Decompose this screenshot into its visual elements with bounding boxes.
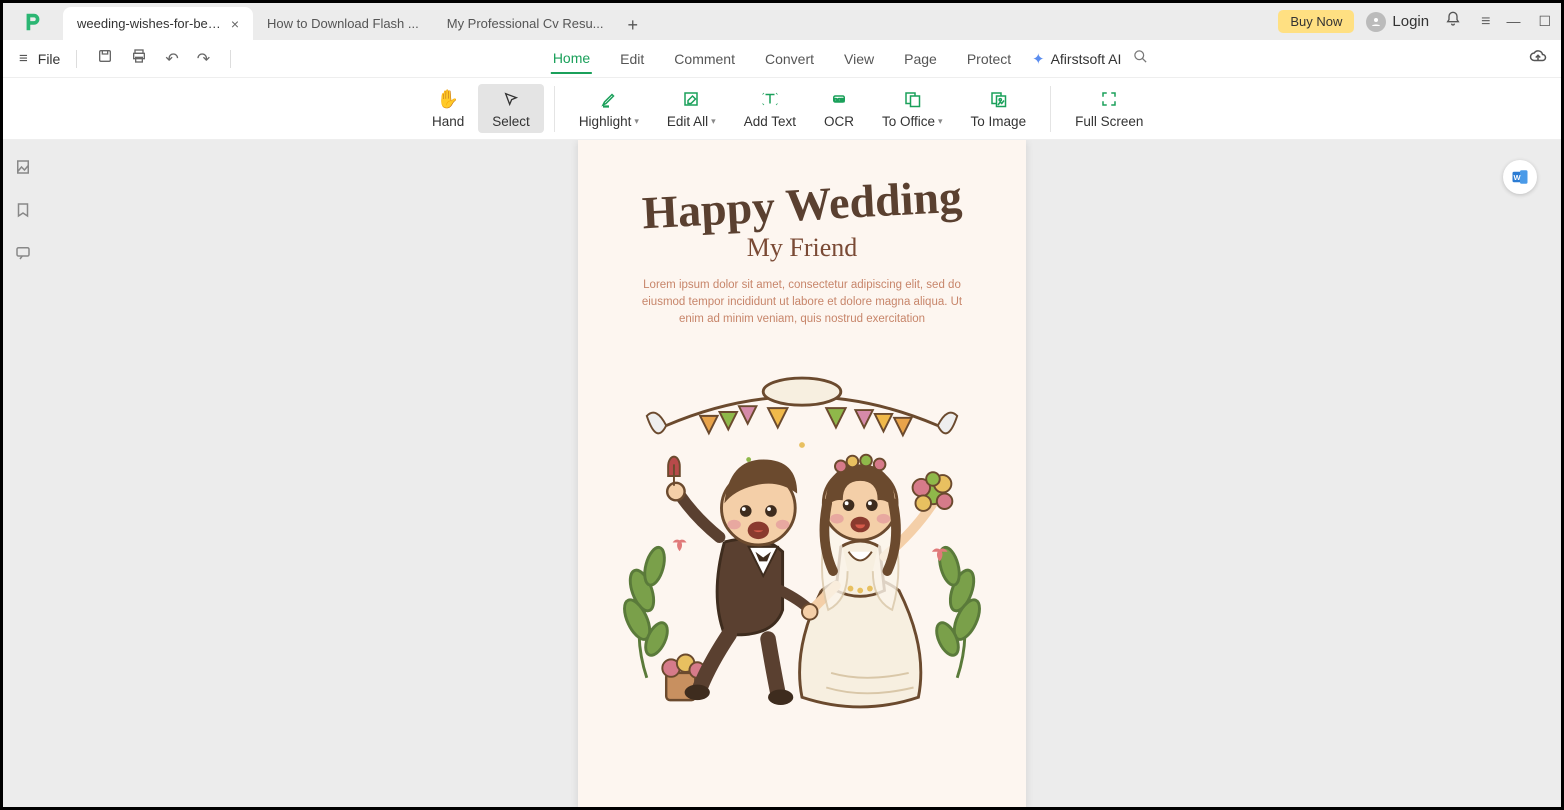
close-icon[interactable]: × (231, 16, 239, 32)
minimize-button[interactable]: — (1506, 13, 1520, 30)
chevron-down-icon: ▾ (634, 116, 639, 127)
menu-comment[interactable]: Comment (672, 45, 737, 73)
new-tab-button[interactable]: + (618, 11, 649, 40)
menu-edit[interactable]: Edit (618, 45, 646, 73)
doc-body: Lorem ipsum dolor sit amet, consectetur … (632, 277, 972, 329)
hand-icon: ✋ (437, 88, 459, 110)
highlight-tool[interactable]: Highlight▾ (565, 84, 653, 133)
hamburger-icon[interactable]: ≡ (19, 50, 28, 67)
wedding-illustration (608, 348, 996, 797)
image-icon (989, 88, 1007, 110)
menu-page[interactable]: Page (902, 45, 939, 73)
menu-home[interactable]: Home (551, 44, 592, 74)
edit-all-label: Edit All (667, 114, 708, 129)
document-page: Happy Wedding My Friend Lorem ipsum dolo… (578, 140, 1026, 807)
to-image-tool[interactable]: To Image (957, 84, 1041, 133)
ocr-tool[interactable]: OCR OCR (810, 84, 868, 133)
edit-icon (682, 88, 700, 110)
to-image-label: To Image (971, 114, 1027, 129)
thumbnails-icon[interactable] (14, 158, 32, 181)
chevron-down-icon: ▾ (711, 116, 716, 127)
tab-1-label: How to Download Flash ... (267, 16, 419, 31)
ocr-icon: OCR (830, 88, 848, 110)
comment-icon[interactable] (14, 244, 32, 267)
tab-2-label: My Professional Cv Resu... (447, 16, 604, 31)
file-menu[interactable]: File (38, 51, 61, 67)
ai-button[interactable]: ✦ Afirstsoft AI (1032, 50, 1121, 68)
doc-subtitle: My Friend (747, 233, 858, 263)
office-icon (903, 88, 921, 110)
tab-1[interactable]: How to Download Flash ... (253, 7, 433, 40)
document-canvas[interactable]: Happy Wedding My Friend Lorem ipsum dolo… (43, 140, 1561, 807)
maximize-button[interactable]: ☐ (1538, 13, 1551, 30)
bell-icon[interactable] (1441, 9, 1465, 34)
titlebar-right: Buy Now Login ≡ — ☐ (1278, 9, 1561, 34)
full-screen-label: Full Screen (1075, 114, 1143, 129)
to-office-label: To Office (882, 114, 935, 129)
menu-convert[interactable]: Convert (763, 45, 816, 73)
bookmark-icon[interactable] (14, 201, 32, 224)
cursor-icon (503, 88, 519, 110)
menu-protect[interactable]: Protect (965, 45, 1013, 73)
hand-tool[interactable]: ✋ Hand (418, 84, 478, 133)
highlight-icon (600, 88, 618, 110)
redo-icon[interactable]: ↷ (193, 47, 214, 71)
tab-2[interactable]: My Professional Cv Resu... (433, 7, 618, 40)
save-icon[interactable] (93, 46, 117, 71)
tab-0[interactable]: weeding-wishes-for-bes... × (63, 7, 253, 40)
edit-all-tool[interactable]: Edit All▾ (653, 84, 730, 133)
ai-label: Afirstsoft AI (1051, 51, 1122, 67)
highlight-label: Highlight (579, 114, 632, 129)
tab-strip: weeding-wishes-for-bes... × How to Downl… (63, 3, 648, 40)
select-label: Select (492, 114, 530, 129)
tab-0-label: weeding-wishes-for-bes... (77, 16, 223, 31)
menu-bar: Home Edit Comment Convert View Page Prot… (551, 44, 1013, 74)
doc-title: Happy Wedding (641, 172, 963, 239)
sparkle-icon: ✦ (1032, 50, 1045, 68)
print-icon[interactable] (127, 46, 151, 71)
window-controls: — ☐ (1506, 13, 1551, 30)
to-office-tool[interactable]: To Office▾ (868, 84, 957, 133)
svg-text:W: W (1513, 173, 1521, 182)
buy-now-button[interactable]: Buy Now (1278, 10, 1354, 33)
word-fab[interactable]: W (1503, 160, 1537, 194)
cloud-upload-icon[interactable] (1529, 47, 1547, 70)
menu-icon[interactable]: ≡ (1477, 11, 1494, 33)
text-icon (761, 88, 779, 110)
fullscreen-icon (1100, 88, 1118, 110)
ribbon: ✋ Hand Select Highlight▾ Edit All▾ (3, 78, 1561, 140)
app-logo (3, 11, 63, 33)
search-icon[interactable] (1133, 49, 1148, 68)
left-rail (3, 140, 43, 807)
select-tool[interactable]: Select (478, 84, 544, 133)
menu-view[interactable]: View (842, 45, 876, 73)
add-text-label: Add Text (744, 114, 796, 129)
chevron-down-icon: ▾ (938, 116, 943, 127)
hand-label: Hand (432, 114, 464, 129)
add-text-tool[interactable]: Add Text (730, 84, 810, 133)
avatar-icon (1366, 12, 1386, 32)
login-button[interactable]: Login (1366, 12, 1429, 32)
quick-toolbar: ≡ File ↶ ↷ Home Edit Comment Convert Vie… (3, 40, 1561, 78)
ocr-label: OCR (824, 114, 854, 129)
undo-icon[interactable]: ↶ (161, 47, 182, 71)
svg-text:OCR: OCR (834, 97, 845, 102)
login-label: Login (1392, 13, 1429, 30)
full-screen-tool[interactable]: Full Screen (1061, 84, 1157, 133)
titlebar: weeding-wishes-for-bes... × How to Downl… (3, 3, 1561, 40)
workspace: Happy Wedding My Friend Lorem ipsum dolo… (3, 140, 1561, 807)
